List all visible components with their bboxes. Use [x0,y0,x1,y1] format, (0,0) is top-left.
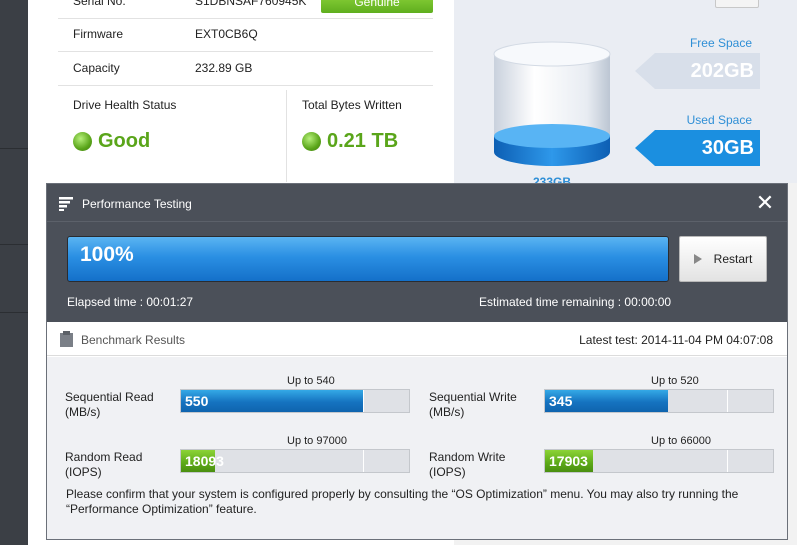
results-header: Benchmark Results Latest test: 2014-11-0… [47,322,787,356]
rand-read-label: Random Read (IOPS) [65,450,142,480]
used-space-value: 30GB [635,130,760,166]
health-status-label: Drive Health Status [73,98,177,112]
clipboard-icon [60,331,73,347]
seq-read-rated-mark [363,390,365,412]
remaining-time: Estimated time remaining : 00:00:00 [479,295,672,309]
capacity-value: 232.89 GB [195,61,253,75]
sidebar [0,0,28,545]
seq-write-rated-mark [727,390,729,412]
dialog-title: Performance Testing [82,197,192,211]
seq-write-bar: 345 [544,389,774,413]
firmware-value: EXT0CB6Q [195,27,258,41]
capacity-label: Capacity [73,61,120,75]
used-space-label: Used Space [686,113,752,127]
rand-read-rated-mark [363,450,365,472]
rand-read-bar: 18093 [180,449,410,473]
rand-write-unit: (IOPS) [429,465,466,479]
free-space-value: 202GB [635,53,760,89]
health-status-text: Good [98,130,151,152]
dialog-header: Performance Testing ✕ 100% Restart Elaps… [47,184,787,322]
tbw-value: 0.21 TB [302,130,398,153]
rand-write-rated-mark [727,450,729,472]
seq-write-label: Sequential Write (MB/s) [429,390,517,420]
close-icon: ✕ [755,190,775,215]
seq-read-unit: (MB/s) [65,405,101,419]
optimization-note: Please confirm that your system is confi… [66,487,739,516]
rand-write-label: Random Write (IOPS) [429,450,505,480]
genuine-badge: Genuine [321,0,433,13]
elapsed-time: Elapsed time : 00:01:27 [67,295,194,309]
seq-write-title: Sequential Write [429,390,517,404]
seq-write-value: 345 [549,393,573,409]
divider [58,51,433,52]
seq-read-value: 550 [185,393,209,409]
restart-label: Restart [713,252,753,266]
rand-write-bar: 17903 [544,449,774,473]
sidebar-divider [0,244,28,245]
status-ok-icon [73,132,92,151]
rand-read-upto: Up to 97000 [287,435,347,447]
free-space-label: Free Space [689,36,752,50]
rand-write-title: Random Write [429,450,506,464]
play-icon [693,254,702,264]
health-status-value: Good [73,130,150,153]
sidebar-divider [0,148,28,149]
serial-label: Serial No. [73,0,126,8]
seq-write-upto: Up to 520 [651,375,699,387]
top-button[interactable] [715,0,759,8]
divider [47,221,787,222]
seq-write-unit: (MB/s) [429,405,465,419]
tbw-label: Total Bytes Written [302,98,402,112]
close-button[interactable]: ✕ [754,190,776,215]
rand-read-unit: (IOPS) [65,465,102,479]
performance-testing-dialog: Performance Testing ✕ 100% Restart Elaps… [46,183,788,540]
restart-button[interactable]: Restart [679,236,767,282]
disk-usage-cylinder-icon [493,41,611,166]
divider [58,85,433,86]
rand-write-upto: Up to 66000 [651,435,711,447]
rand-read-title: Random Read [65,450,143,464]
list-icon [59,197,73,211]
seq-read-bar: 550 [180,389,410,413]
tbw-text: 0.21 TB [327,130,399,152]
serial-value: S1DBNSAF760945K [195,0,307,8]
seq-read-label: Sequential Read (MB/s) [65,390,154,420]
seq-read-upto: Up to 540 [287,375,335,387]
seq-read-title: Sequential Read [65,390,154,404]
progress-bar: 100% [67,236,669,282]
latest-test: Latest test: 2014-11-04 PM 04:07:08 [579,333,773,347]
status-ok-icon [302,132,321,151]
results-title: Benchmark Results [81,333,186,347]
rand-write-value: 17903 [549,453,588,469]
firmware-label: Firmware [73,27,123,41]
rand-read-value: 18093 [185,453,224,469]
benchmark-results: Sequential Read (MB/s) Up to 540 550 Seq… [47,357,787,539]
divider [286,90,287,182]
divider [58,18,433,19]
progress-fill [68,237,668,281]
progress-text: 100% [80,243,134,266]
sidebar-divider [0,312,28,313]
